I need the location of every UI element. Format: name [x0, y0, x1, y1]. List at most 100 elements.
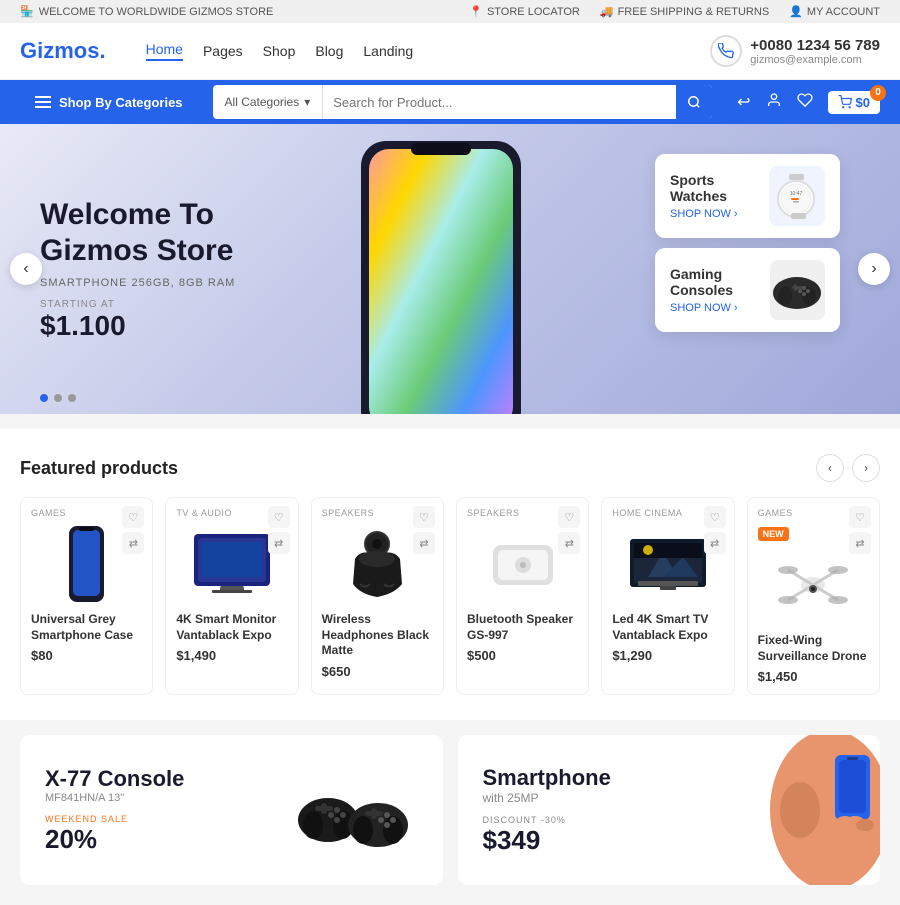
- promo-sale-label: WEEKEND SALE: [45, 814, 184, 824]
- product-actions-3: ♡ ⇄: [413, 506, 435, 554]
- consoles-title: Gaming Consoles: [670, 266, 770, 298]
- navbar: Shop By Categories All Categories ▾ ↩: [0, 80, 900, 124]
- main-nav: Home Pages Shop Blog Landing: [146, 41, 414, 61]
- arrow-right-icon: ›: [734, 208, 738, 220]
- new-badge-6: NEW: [758, 527, 789, 541]
- wishlist-btn-3[interactable]: ♡: [413, 506, 435, 528]
- cart-badge: 0: [870, 85, 886, 101]
- featured-nav: ‹ ›: [816, 454, 880, 482]
- product-actions-2: ♡ ⇄: [268, 506, 290, 554]
- phone-icon: [710, 35, 742, 67]
- product-name-2: 4K Smart Monitor Vantablack Expo: [176, 612, 287, 643]
- hero-card-consoles: Gaming Consoles SHOP NOW ›: [655, 248, 840, 332]
- compare-icon[interactable]: ↩: [737, 92, 750, 112]
- top-bar-welcome: WELCOME TO WORLDWIDE GIZMOS STORE: [39, 6, 274, 18]
- chevron-down-icon: ▾: [304, 95, 310, 109]
- cart-amount: $0: [856, 95, 870, 110]
- wishlist-btn-1[interactable]: ♡: [122, 506, 144, 528]
- shipping-link[interactable]: 🚚 FREE SHIPPING & RETURNS: [600, 5, 769, 18]
- dot-1[interactable]: [40, 394, 48, 402]
- hero-prev-button[interactable]: ‹: [10, 253, 42, 285]
- dot-2[interactable]: [54, 394, 62, 402]
- category-dropdown[interactable]: All Categories ▾: [213, 85, 324, 119]
- product-name-3: Wireless Headphones Black Matte: [322, 612, 433, 659]
- compare-btn-5[interactable]: ⇄: [704, 532, 726, 554]
- hero-dots: [40, 394, 76, 402]
- map-pin-icon: 📍: [469, 5, 483, 18]
- hamburger-icon: [35, 96, 51, 108]
- watches-title: Sports Watches: [670, 172, 769, 204]
- nav-shop[interactable]: Shop: [263, 43, 296, 59]
- all-categories-label: All Categories: [225, 95, 300, 109]
- promo-phone-subtitle: with 25MP: [483, 791, 611, 805]
- product-card-1: GAMES ♡ ⇄ Universal Grey Smartphone Case…: [20, 497, 153, 695]
- compare-btn-6[interactable]: ⇄: [849, 532, 871, 554]
- product-name-4: Bluetooth Speaker GS-997: [467, 612, 578, 643]
- store-locator-link[interactable]: 📍 STORE LOCATOR: [469, 5, 580, 18]
- hero-next-button[interactable]: ›: [858, 253, 890, 285]
- wishlist-btn-2[interactable]: ♡: [268, 506, 290, 528]
- product-card-6: GAMES ♡ ⇄ NEW: [747, 497, 880, 695]
- arrow-right-icon2: ›: [734, 302, 738, 314]
- watches-shop-now[interactable]: SHOP NOW ›: [670, 208, 769, 220]
- hero-card-watches: Sports Watches SHOP NOW › 10:47: [655, 154, 840, 238]
- product-actions-5: ♡ ⇄: [704, 506, 726, 554]
- product-img-6: [758, 545, 869, 625]
- wishlist-btn-6[interactable]: ♡: [849, 506, 871, 528]
- categories-label: Shop By Categories: [59, 95, 183, 110]
- arrow-right-nav-icon: ›: [871, 260, 876, 278]
- product-actions-1: ♡ ⇄: [122, 506, 144, 554]
- promo-phone-price: $349: [483, 825, 611, 856]
- wishlist-icon[interactable]: [797, 92, 813, 113]
- compare-btn-4[interactable]: ⇄: [558, 532, 580, 554]
- dot-3[interactable]: [68, 394, 76, 402]
- product-price-3: $650: [322, 664, 433, 679]
- promo-phone-img: [636, 735, 880, 885]
- products-grid: GAMES ♡ ⇄ Universal Grey Smartphone Case…: [20, 497, 880, 695]
- promo-section: X-77 Console MF841HN/A 13" WEEKEND SALE …: [0, 720, 900, 905]
- featured-next-button[interactable]: ›: [852, 454, 880, 482]
- consoles-shop-now[interactable]: SHOP NOW ›: [670, 302, 770, 314]
- hero-cards: Sports Watches SHOP NOW › 10:47: [655, 154, 840, 332]
- categories-button[interactable]: Shop By Categories: [20, 80, 198, 124]
- product-card-3: SPEAKERS ♡ ⇄ Wireless Headphones Black M…: [311, 497, 444, 695]
- nav-home[interactable]: Home: [146, 41, 183, 61]
- account-link[interactable]: 👤 MY ACCOUNT: [789, 5, 880, 18]
- watches-card-text: Sports Watches SHOP NOW ›: [670, 172, 769, 220]
- compare-btn-1[interactable]: ⇄: [122, 532, 144, 554]
- product-price-5: $1,290: [612, 648, 723, 663]
- arrow-left-icon: ‹: [23, 260, 28, 278]
- search-input[interactable]: [323, 95, 676, 110]
- product-name-6: Fixed-Wing Surveillance Drone: [758, 633, 869, 664]
- header-right: +0080 1234 56 789 gizmos@example.com: [710, 35, 880, 67]
- nav-landing[interactable]: Landing: [363, 43, 413, 59]
- watch-image: 10:47: [769, 166, 825, 226]
- compare-btn-3[interactable]: ⇄: [413, 532, 435, 554]
- wishlist-btn-4[interactable]: ♡: [558, 506, 580, 528]
- consoles-card-text: Gaming Consoles SHOP NOW ›: [670, 266, 770, 314]
- featured-title: Featured products: [20, 458, 178, 479]
- wishlist-btn-5[interactable]: ♡: [704, 506, 726, 528]
- search-button[interactable]: [676, 85, 712, 119]
- cart-container: $0 0: [828, 91, 880, 114]
- cart-button[interactable]: $0 0: [828, 91, 880, 114]
- product-actions-6: ♡ ⇄: [849, 506, 871, 554]
- phone-block: +0080 1234 56 789 gizmos@example.com: [710, 35, 880, 67]
- featured-prev-button[interactable]: ‹: [816, 454, 844, 482]
- svg-text:10:47: 10:47: [790, 191, 803, 197]
- user-icon: 👤: [789, 5, 803, 18]
- nav-blog[interactable]: Blog: [315, 43, 343, 59]
- featured-header: Featured products ‹ ›: [20, 454, 880, 482]
- compare-btn-2[interactable]: ⇄: [268, 532, 290, 554]
- product-price-6: $1,450: [758, 669, 869, 684]
- product-card-4: SPEAKERS ♡ ⇄ Bluetooth Speaker GS-997 $5…: [456, 497, 589, 695]
- product-price-2: $1,490: [176, 648, 287, 663]
- promo-discount-label: DISCOUNT -30%: [483, 815, 611, 825]
- phone-info: +0080 1234 56 789 gizmos@example.com: [750, 37, 880, 66]
- user-nav-icon[interactable]: [766, 92, 782, 113]
- product-name-1: Universal Grey Smartphone Case: [31, 612, 142, 643]
- promo-console-price: 20%: [45, 824, 184, 855]
- top-bar: 🏪 WELCOME TO WORLDWIDE GIZMOS STORE 📍 ST…: [0, 0, 900, 23]
- nav-pages[interactable]: Pages: [203, 43, 243, 59]
- logo[interactable]: Gizmos.: [20, 38, 106, 64]
